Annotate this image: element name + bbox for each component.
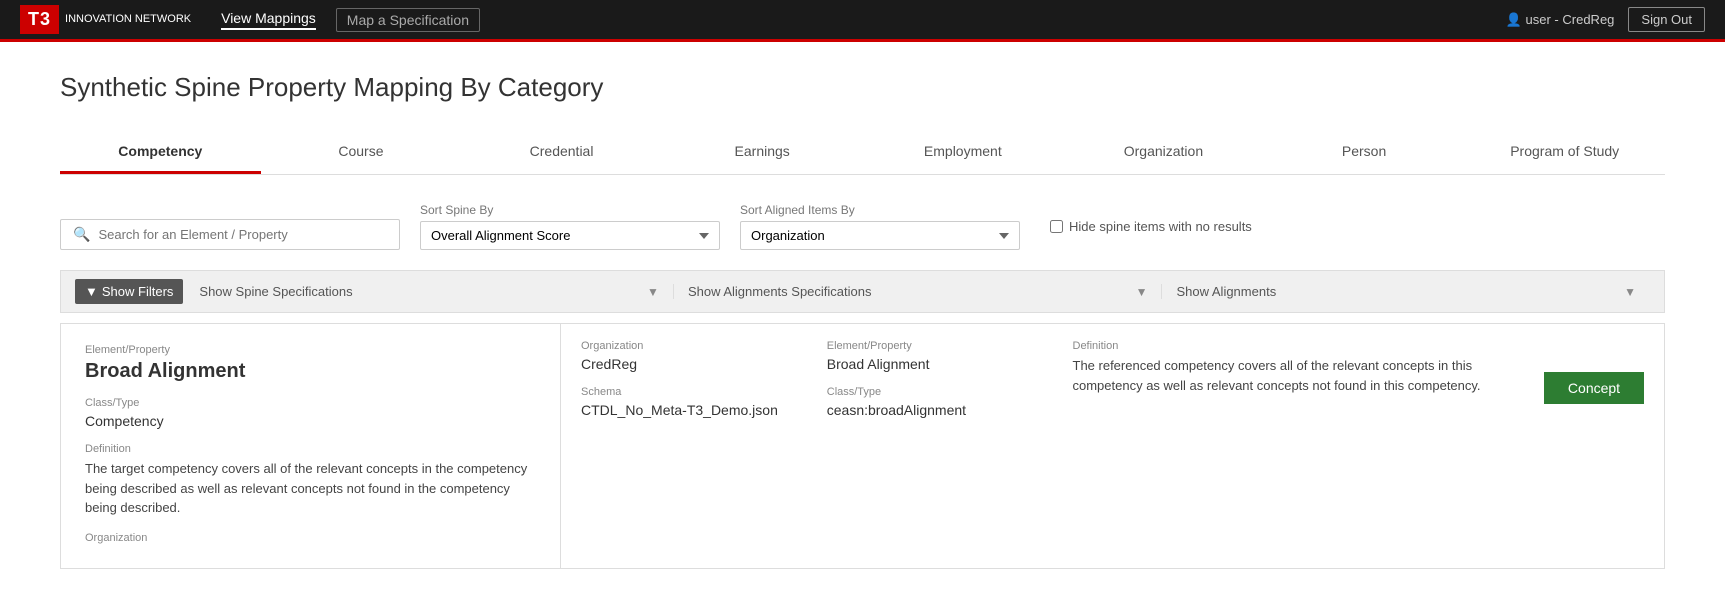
alignments-spec-filter[interactable]: Show Alignments Specifications ▼ bbox=[673, 284, 1162, 299]
right-col-1: Organization CredReg Schema CTDL_No_Meta… bbox=[581, 340, 807, 552]
right-classtype-value: ceasn:broadAlignment bbox=[827, 402, 1053, 418]
left-class-type-value: Competency bbox=[85, 413, 536, 429]
sort-aligned-group: Sort Aligned Items By OrganizationNameSc… bbox=[740, 203, 1020, 250]
left-element-property-value: Broad Alignment bbox=[85, 360, 536, 383]
tab-person[interactable]: Person bbox=[1264, 131, 1465, 174]
sort-aligned-select[interactable]: OrganizationNameScore bbox=[740, 221, 1020, 250]
right-panel: Organization CredReg Schema CTDL_No_Meta… bbox=[561, 324, 1664, 568]
header: T3 INNOVATION NETWORK View Mappings Map … bbox=[0, 0, 1725, 42]
header-right: 👤 user - CredReg Sign Out bbox=[1506, 7, 1705, 32]
right-col-3: Definition The referenced competency cov… bbox=[1073, 340, 1525, 552]
user-info: 👤 user - CredReg bbox=[1506, 12, 1615, 28]
tab-program-of-study[interactable]: Program of Study bbox=[1464, 131, 1665, 174]
filter-bar: ▼ Show Filters Show Spine Specifications… bbox=[60, 270, 1665, 313]
tab-competency[interactable]: Competency bbox=[60, 131, 261, 174]
right-schema-value: CTDL_No_Meta-T3_Demo.json bbox=[581, 402, 807, 418]
tab-course[interactable]: Course bbox=[261, 131, 462, 174]
alignments-spec-label: Show Alignments Specifications bbox=[688, 284, 1136, 299]
search-input[interactable] bbox=[98, 227, 387, 242]
filter-dropdowns: Show Spine Specifications ▼ Show Alignme… bbox=[199, 284, 1650, 299]
left-class-type-label: Class/Type bbox=[85, 397, 536, 409]
hide-checkbox-row: Hide spine items with no results bbox=[1050, 219, 1252, 234]
left-definition-label: Definition bbox=[85, 443, 536, 455]
right-element-value: Broad Alignment bbox=[827, 356, 1053, 372]
sort-spine-group: Sort Spine By Overall Alignment ScoreNam… bbox=[420, 203, 720, 250]
user-icon: 👤 bbox=[1506, 12, 1522, 27]
controls-row: 🔍 Sort Spine By Overall Alignment ScoreN… bbox=[60, 203, 1665, 250]
sort-aligned-label: Sort Aligned Items By bbox=[740, 203, 1020, 217]
concept-badge-wrapper: Concept bbox=[1544, 340, 1644, 552]
main-content: Synthetic Spine Property Mapping By Cate… bbox=[0, 42, 1725, 589]
sort-spine-label: Sort Spine By bbox=[420, 203, 720, 217]
show-filters-button[interactable]: ▼ Show Filters bbox=[75, 279, 183, 304]
tab-earnings[interactable]: Earnings bbox=[662, 131, 863, 174]
right-content: Organization CredReg Schema CTDL_No_Meta… bbox=[561, 324, 1664, 568]
alignments-filter[interactable]: Show Alignments ▼ bbox=[1161, 284, 1650, 299]
filter-arrow-icon: ▼ bbox=[85, 284, 98, 299]
spine-spec-chevron-icon: ▼ bbox=[647, 285, 659, 299]
spine-spec-filter[interactable]: Show Spine Specifications ▼ bbox=[199, 284, 673, 299]
search-icon: 🔍 bbox=[73, 226, 90, 243]
right-classtype-label: Class/Type bbox=[827, 386, 1053, 398]
left-definition-value: The target competency covers all of the … bbox=[85, 459, 536, 518]
user-name: user - CredReg bbox=[1526, 12, 1615, 27]
page-title: Synthetic Spine Property Mapping By Cate… bbox=[60, 72, 1665, 103]
search-box: 🔍 bbox=[60, 219, 400, 250]
left-organization-label: Organization bbox=[85, 532, 536, 544]
logo-subtext: INNOVATION NETWORK bbox=[65, 13, 191, 26]
hide-no-results-label: Hide spine items with no results bbox=[1069, 219, 1252, 234]
right-element-label: Element/Property bbox=[827, 340, 1053, 352]
left-element-property-label: Element/Property bbox=[85, 344, 536, 356]
right-org-value: CredReg bbox=[581, 356, 807, 372]
sort-spine-select[interactable]: Overall Alignment ScoreNameDefinition bbox=[420, 221, 720, 250]
data-area: Element/Property Broad Alignment Class/T… bbox=[60, 323, 1665, 569]
show-filters-label: Show Filters bbox=[102, 284, 174, 299]
tab-employment[interactable]: Employment bbox=[863, 131, 1064, 174]
sign-out-button[interactable]: Sign Out bbox=[1628, 7, 1705, 32]
logo: T3 INNOVATION NETWORK bbox=[20, 5, 191, 34]
nav-map-specification[interactable]: Map a Specification bbox=[336, 8, 480, 32]
concept-badge[interactable]: Concept bbox=[1544, 372, 1644, 404]
nav-view-mappings[interactable]: View Mappings bbox=[221, 10, 316, 30]
spine-spec-label: Show Spine Specifications bbox=[199, 284, 647, 299]
right-col-2: Element/Property Broad Alignment Class/T… bbox=[827, 340, 1053, 552]
right-def-value: The referenced competency covers all of … bbox=[1073, 356, 1525, 395]
alignments-label: Show Alignments bbox=[1176, 284, 1624, 299]
alignments-spec-chevron-icon: ▼ bbox=[1136, 285, 1148, 299]
hide-no-results-checkbox[interactable] bbox=[1050, 220, 1063, 233]
right-def-label: Definition bbox=[1073, 340, 1525, 352]
category-tabs: Competency Course Credential Earnings Em… bbox=[60, 131, 1665, 175]
left-panel: Element/Property Broad Alignment Class/T… bbox=[61, 324, 561, 568]
alignments-chevron-icon: ▼ bbox=[1624, 285, 1636, 299]
logo-box: T3 bbox=[20, 5, 59, 34]
right-schema-label: Schema bbox=[581, 386, 807, 398]
right-org-label: Organization bbox=[581, 340, 807, 352]
tab-organization[interactable]: Organization bbox=[1063, 131, 1264, 174]
tab-credential[interactable]: Credential bbox=[461, 131, 662, 174]
